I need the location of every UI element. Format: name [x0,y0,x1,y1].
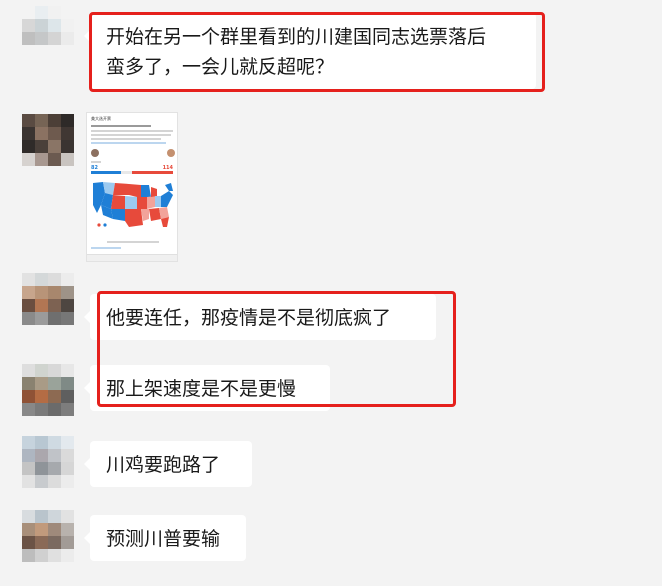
avatar[interactable] [22,114,74,166]
candidate-avatar-right [167,149,175,157]
message-text-line: 蛮多了，一会儿就反超呢？ [106,56,335,78]
message-text: 那上架速度是不是更慢 [106,378,297,400]
screenshot-text-line [91,161,101,163]
screenshot-title: 美大选开票 [91,116,111,121]
message-text-line: 开始在另一个群里看到的川建国同志选票落后 [106,26,487,48]
avatar[interactable] [22,273,74,325]
avatar[interactable] [22,510,74,562]
message-bubble[interactable]: 预测川普要输 [84,515,246,561]
candidate-avatar-left [91,149,99,157]
screenshot-text-line [91,247,121,249]
message-bubble[interactable]: 他要连任，那疫情是不是彻底疯了 [84,294,436,340]
avatar[interactable] [22,436,74,488]
us-map [93,182,173,227]
message-bubble[interactable]: 那上架速度是不是更慢 [84,365,330,411]
screenshot-text-line [91,134,171,136]
screenshot-text-line [91,142,166,144]
message-bubble[interactable]: 川鸡要跑路了 [84,441,252,487]
screenshot-text-line [91,125,151,127]
message-text: 他要连任，那疫情是不是彻底疯了 [106,307,392,329]
election-map-screenshot[interactable]: 美大选开票 82 114 [86,112,178,262]
message-bubble[interactable]: 开始在另一个群里看到的川建国同志选票落后 蛮多了，一会儿就反超呢？ [84,13,536,89]
vote-progress-bar [91,171,173,174]
avatar[interactable] [22,6,74,58]
screenshot-text-line [91,130,173,132]
message-text: 川鸡要跑路了 [106,454,221,476]
avatar[interactable] [22,364,74,416]
message-text: 预测川普要输 [106,528,221,550]
screenshot-text-line [91,138,161,140]
screenshot-text-line [107,241,159,243]
screenshot-footer [87,254,177,261]
